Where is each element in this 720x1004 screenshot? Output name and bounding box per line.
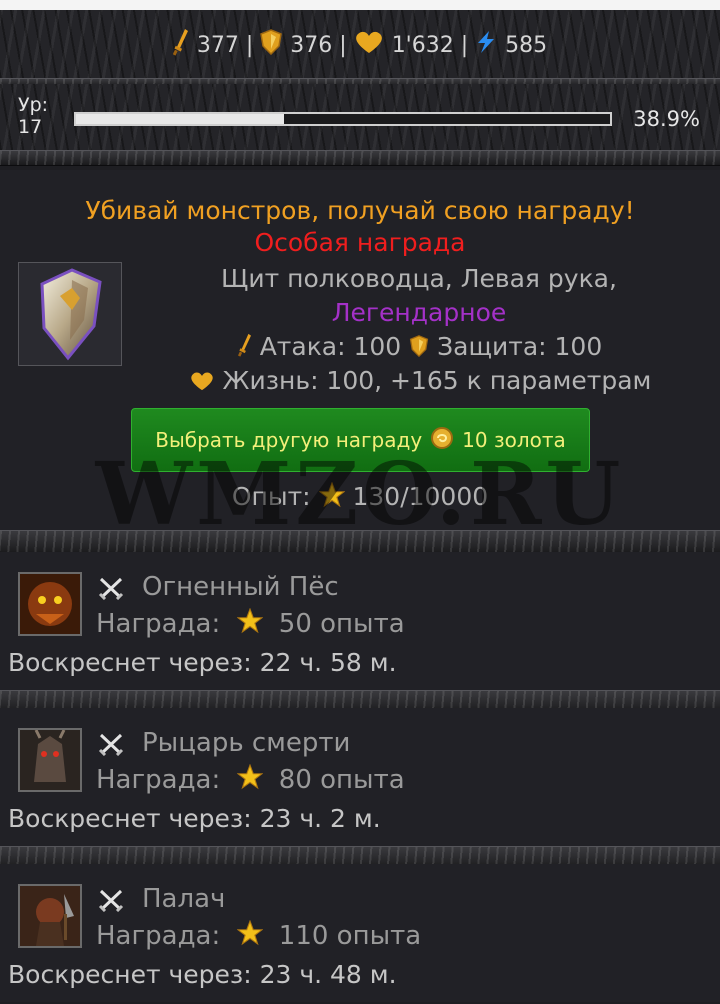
level-progress-text: 38.9% (633, 107, 700, 131)
lightning-icon (475, 30, 497, 60)
star-icon (236, 607, 264, 641)
level-number: 17 (18, 116, 43, 138)
star-icon (236, 919, 264, 953)
separator: | (460, 32, 469, 58)
special-reward-label: Особая награда (254, 228, 466, 257)
star-icon (236, 763, 264, 797)
monster-reward-value: 50 опыта (278, 609, 405, 639)
heart-icon (354, 30, 384, 60)
reward-item-stats: Атака: 100 Защита: 100 (160, 332, 680, 363)
reward-defense: Защита: 100 (437, 332, 603, 361)
monster-portrait-death-knight[interactable] (18, 728, 82, 792)
heart-icon (189, 368, 215, 397)
reward-attack: Атака: 100 (259, 332, 402, 361)
divider (0, 530, 720, 554)
monster-respawn-timer: Воскреснет через: 22 ч. 58 м. (8, 648, 397, 677)
monster-card[interactable]: Палач Награда: 110 опыта Воскреснет чере… (0, 864, 720, 1002)
monster-reward: Награда: 110 опыта (96, 919, 422, 953)
gold-coin-icon (430, 426, 454, 455)
sword-icon (237, 333, 252, 363)
shield-item-icon (40, 268, 102, 361)
reward-item-name: Щит полководца, Левая рука, (221, 264, 617, 293)
star-icon (318, 481, 346, 514)
reward-item-life: Жизнь: 100, +165 к параметрам (160, 366, 680, 397)
experience-value: 130/10000 (352, 482, 489, 511)
resource-bar: 377 | 376 | 1'632 | 585 (0, 10, 720, 80)
separator: | (245, 32, 254, 58)
divider (0, 150, 720, 166)
monster-reward-value: 80 опыта (278, 765, 405, 795)
monster-reward-label: Награда: (96, 765, 221, 795)
experience-progress: Опыт: 130/10000 (0, 481, 720, 514)
defense-stat: 376 (290, 32, 333, 58)
crossed-swords-icon[interactable] (98, 732, 124, 760)
attack-stat: 377 (196, 32, 239, 58)
monster-reward: Награда: 80 опыта (96, 763, 405, 797)
monster-name[interactable]: Рыцарь смерти (142, 728, 350, 758)
level-label: Ур: 17 (18, 94, 48, 138)
reward-title: Убивай монстров, получай свою награду! (85, 196, 635, 225)
monster-card[interactable]: Рыцарь смерти Награда: 80 опыта Воскресн… (0, 708, 720, 846)
reward-item-image[interactable] (18, 262, 122, 366)
top-strip (0, 0, 720, 10)
energy-stat: 585 (505, 32, 548, 58)
shield-icon (260, 29, 283, 61)
reward-item-rarity: Легендарное (331, 298, 507, 327)
monster-reward-label: Награда: (96, 609, 221, 639)
crossed-swords-icon[interactable] (98, 576, 124, 604)
reward-life: Жизнь: 100, +165 к параметрам (222, 366, 652, 395)
monster-reward: Награда: 50 опыта (96, 607, 405, 641)
crossed-swords-icon[interactable] (98, 888, 124, 916)
choose-other-reward-button[interactable]: Выбрать другую награду 10 золота (131, 408, 590, 472)
monster-reward-value: 110 опыта (278, 921, 422, 951)
monster-portrait-fire-dog[interactable] (18, 572, 82, 636)
monster-reward-label: Награда: (96, 921, 221, 951)
monster-card[interactable]: Огненный Пёс Награда: 50 опыта Воскресне… (0, 552, 720, 690)
reroll-button-label: Выбрать другую награду (155, 428, 423, 452)
monster-portrait-executioner[interactable] (18, 884, 82, 948)
experience-label: Опыт: (231, 482, 311, 511)
separator: | (339, 32, 347, 58)
reroll-cost: 10 золота (462, 428, 566, 452)
monster-respawn-timer: Воскреснет через: 23 ч. 2 м. (8, 804, 381, 833)
shield-icon (409, 334, 429, 363)
level-label-text: Ур: (18, 94, 49, 116)
monster-respawn-timer: Воскреснет через: 23 ч. 48 м. (8, 960, 397, 989)
reward-panel: Убивай монстров, получай свою награду! О… (0, 170, 720, 530)
level-progress-fill (76, 114, 284, 124)
monster-name[interactable]: Огненный Пёс (142, 572, 339, 602)
monster-name[interactable]: Палач (142, 884, 225, 914)
sword-icon (172, 28, 189, 62)
life-stat: 1'632 (391, 32, 454, 58)
level-progress-bar (74, 112, 612, 126)
